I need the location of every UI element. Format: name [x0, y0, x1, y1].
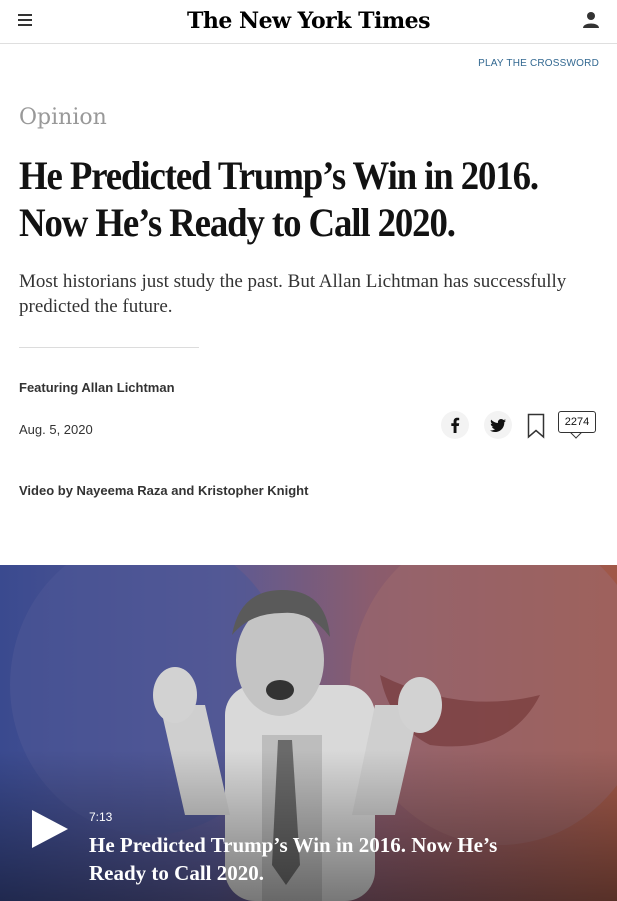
article-summary: Most historians just study the past. But… — [19, 271, 567, 317]
twitter-icon — [490, 418, 506, 432]
video-title[interactable]: He Predicted Trump’s Win in 2016. Now He… — [89, 831, 559, 887]
comments-button[interactable]: 2274 — [558, 411, 596, 439]
video-byline: Video by Nayeema Raza and Kristopher Kni… — [19, 483, 309, 498]
account-icon[interactable] — [581, 10, 601, 30]
nyt-logo[interactable]: The New York Times — [0, 8, 617, 34]
play-crossword-link[interactable]: PLAY THE CROSSWORD — [478, 58, 599, 69]
play-icon[interactable] — [30, 808, 70, 850]
comment-count: 2274 — [558, 411, 596, 433]
video-duration: 7:13 — [89, 810, 113, 824]
bookmark-icon[interactable] — [527, 413, 545, 439]
article-headline: He Predicted Trump’s Win in 2016. Now He… — [19, 153, 539, 245]
twitter-share-button[interactable] — [484, 411, 512, 439]
divider — [19, 347, 199, 348]
section-kicker[interactable]: Opinion — [19, 105, 107, 130]
facebook-share-button[interactable] — [441, 411, 469, 439]
publish-date: Aug. 5, 2020 — [19, 422, 93, 437]
top-navigation-bar: The New York Times — [0, 0, 617, 44]
featuring-line: Featuring Allan Lichtman — [19, 380, 175, 395]
facebook-icon — [451, 417, 460, 433]
